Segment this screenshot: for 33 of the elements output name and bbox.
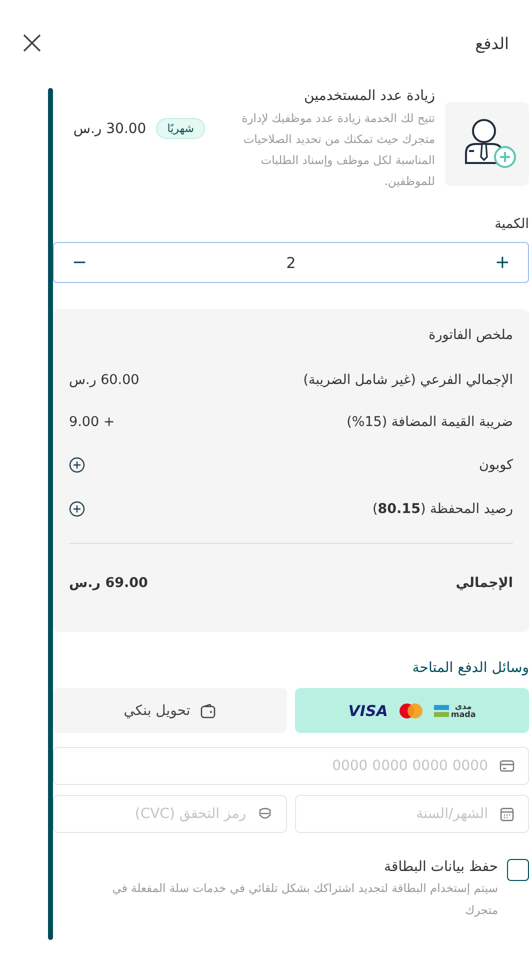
mastercard-logo <box>398 702 424 718</box>
period-badge: شهريًا <box>156 118 205 139</box>
close-icon[interactable] <box>22 33 42 53</box>
decrease-button[interactable]: − <box>68 252 92 273</box>
invoice-label: الإجمالي الفرعي (غير شامل الضريبة) <box>303 372 513 388</box>
product-description: تتيح لك الخدمة زيادة عدد موظفيك لإدارة متجرك حيث تمكنك من تحديد الصلاحيات المناسبة لكل موظف وإسناد الطلبات للموظفين. <box>240 110 435 190</box>
increase-button[interactable]: + <box>490 252 514 273</box>
save-card-checkbox[interactable] <box>507 859 529 881</box>
total-label: الإجمالي <box>456 575 513 591</box>
invoice-value: 60.00 ر.س <box>69 372 140 388</box>
add-icon[interactable] <box>69 457 85 473</box>
dialog-title: الدفع <box>475 34 509 52</box>
invoice-value: + 9.00 <box>69 414 115 430</box>
save-card-note: سيتم إستخدام البطاقة لتجديد اشتراكك بشكل تلقائي في خدمات سلة المفعلة في متجرك <box>111 880 498 919</box>
cvc-field[interactable]: رمز التحقق (CVC) <box>53 795 287 833</box>
quantity-stepper[interactable]: + 2 − <box>53 242 529 283</box>
invoice-label: ضريبة القيمة المضافة (15%) <box>346 414 513 430</box>
product-name: زيادة عدد المستخدمين <box>302 88 435 104</box>
invoice-title: ملخص الفاتورة <box>428 327 513 343</box>
add-icon[interactable] <box>69 501 85 517</box>
payment-methods-title: وسائل الدفع المتاحة <box>411 660 529 676</box>
expiry-field[interactable]: الشهر/السنة <box>295 795 529 833</box>
user-add-icon <box>445 102 529 186</box>
wallet-icon <box>200 702 216 718</box>
quantity-value: 2 <box>286 254 296 272</box>
visa-logo: VISA <box>348 702 388 720</box>
quantity-label: الكمية <box>494 216 529 232</box>
total-value: 69.00 ر.س <box>69 575 148 591</box>
invoice-label: كوبون <box>478 457 513 473</box>
bank-transfer-option[interactable]: تحويل بنكي <box>53 688 287 733</box>
product-price: 30.00 ر.س <box>73 120 146 136</box>
card-number-field[interactable]: 0000 0000 0000 0000 <box>53 747 529 785</box>
save-card-label: حفظ بيانات البطاقة <box>383 859 498 875</box>
